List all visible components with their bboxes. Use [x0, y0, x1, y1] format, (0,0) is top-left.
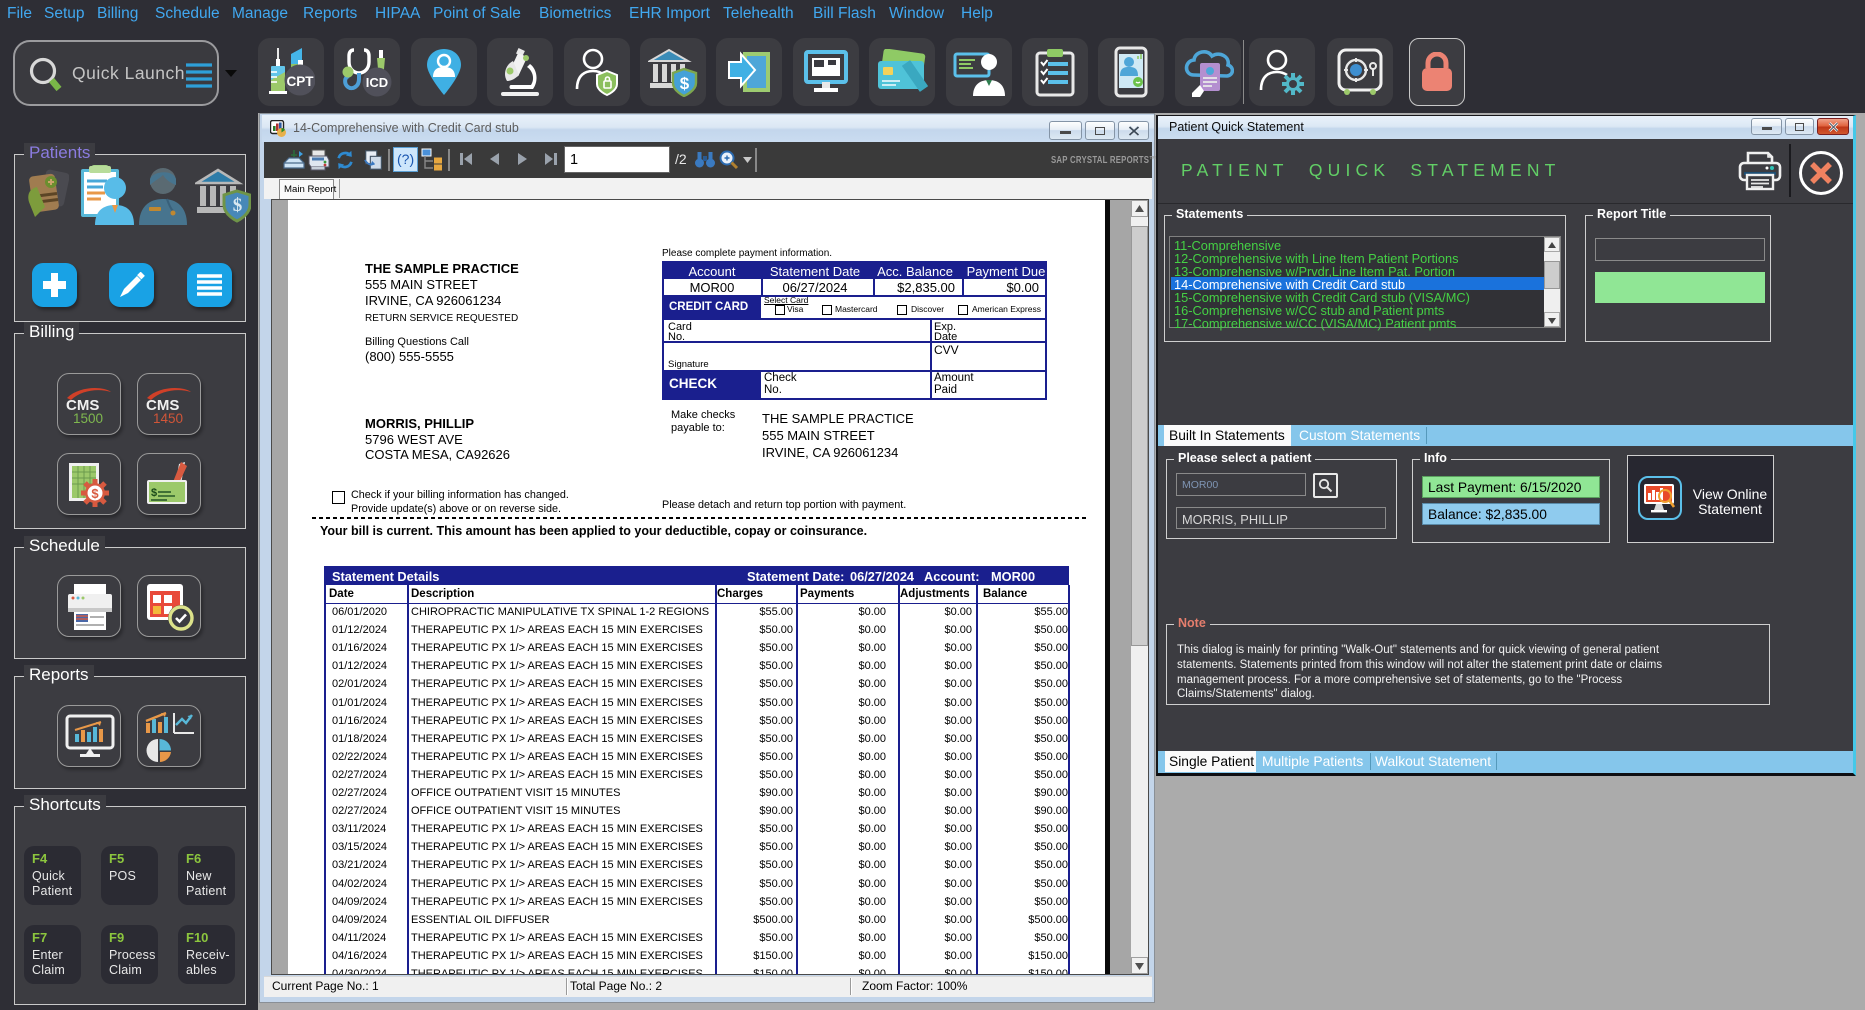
svg-text:$: $: [91, 486, 99, 501]
svg-text:$: $: [680, 74, 690, 93]
svg-text:$: $: [233, 195, 243, 216]
svg-text:1450: 1450: [153, 411, 183, 424]
svg-text:$: $: [151, 487, 157, 499]
svg-text:ICD: ICD: [366, 75, 388, 90]
svg-text:CPT: CPT: [287, 74, 315, 89]
svg-text:1500: 1500: [73, 411, 103, 424]
